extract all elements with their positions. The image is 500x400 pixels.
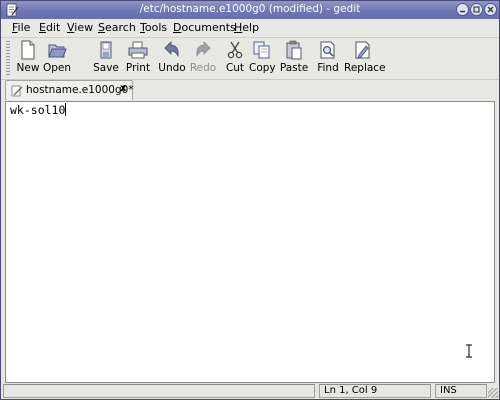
window-title: /etc/hostname.e1000g0 (modified) - gedit: [139, 3, 361, 15]
ibeam-cursor-icon: [466, 344, 472, 358]
cursor-position: Ln 1, Col 9: [319, 384, 431, 398]
redo-label: Redo: [189, 62, 217, 74]
cut-button[interactable]: Cut: [223, 40, 247, 76]
modified-document-icon: [11, 85, 23, 97]
redo-icon: [196, 41, 211, 58]
paste-label: Paste: [279, 62, 309, 74]
new-label: New: [16, 62, 40, 74]
document-tab[interactable]: hostname.e1000g0* x: [5, 80, 134, 100]
copy-button[interactable]: Copy: [249, 40, 276, 76]
menu-help[interactable]: Help: [234, 21, 259, 34]
menu-documents[interactable]: Documents: [173, 21, 236, 34]
close-icon: [487, 6, 494, 13]
menu-bar: File Edit View Search Tools Documents He…: [1, 19, 499, 38]
save-button[interactable]: Save: [93, 40, 119, 76]
replace-icon: [355, 41, 370, 59]
text-editor-area[interactable]: wk-sol10: [5, 101, 495, 383]
status-message: [3, 384, 315, 398]
tab-close-icon[interactable]: x: [120, 83, 126, 94]
save-icon: [100, 41, 112, 59]
editor-content: wk-sol10: [10, 103, 67, 117]
copy-icon: [253, 41, 270, 59]
cut-label: Cut: [225, 62, 245, 74]
replace-button[interactable]: Replace: [344, 40, 386, 76]
copy-label: Copy: [249, 62, 276, 74]
open-label: Open: [43, 62, 72, 74]
redo-button[interactable]: Redo: [189, 40, 217, 76]
status-bar: Ln 1, Col 9 INS: [1, 383, 499, 399]
editor-line-1: wk-sol10: [10, 103, 66, 117]
document-tab-bar: hostname.e1000g0* x: [1, 80, 499, 101]
toolbar-grip[interactable]: [6, 41, 10, 75]
menu-edit[interactable]: Edit: [39, 21, 60, 34]
menu-tools[interactable]: Tools: [140, 21, 167, 34]
title-bar[interactable]: /etc/hostname.e1000g0 (modified) - gedit: [1, 1, 499, 19]
gedit-window: /etc/hostname.e1000g0 (modified) - gedit…: [0, 0, 500, 400]
paste-button[interactable]: Paste: [279, 40, 309, 76]
close-window-button[interactable]: [484, 3, 497, 16]
document-tab-label: hostname.e1000g0*: [26, 84, 134, 96]
find-label: Find: [317, 62, 339, 74]
scissors-icon: [227, 41, 243, 59]
new-document-icon: [21, 40, 35, 60]
minimize-button[interactable]: [456, 3, 469, 16]
replace-label: Replace: [344, 62, 386, 74]
save-label: Save: [93, 62, 119, 74]
find-button[interactable]: Find: [316, 40, 340, 76]
open-button[interactable]: Open: [43, 40, 71, 76]
paste-clipboard-icon: [286, 40, 302, 60]
new-button[interactable]: New: [15, 40, 41, 76]
toolbar: New Open Save Print Undo Redo Cut Copy P…: [1, 38, 499, 93]
printer-icon: [128, 41, 148, 59]
maximize-button[interactable]: [470, 3, 483, 16]
text-caret: [65, 103, 67, 116]
insert-mode: INS: [435, 384, 487, 398]
print-button[interactable]: Print: [124, 40, 152, 76]
open-folder-icon: [48, 44, 67, 58]
menu-search[interactable]: Search: [98, 21, 136, 34]
print-label: Print: [125, 62, 151, 74]
undo-icon: [164, 41, 179, 58]
undo-button[interactable]: Undo: [158, 40, 186, 76]
maximize-icon: [473, 6, 480, 13]
menu-file[interactable]: File: [12, 21, 30, 34]
undo-label: Undo: [158, 62, 186, 74]
find-icon: [320, 41, 335, 59]
minimize-icon: [460, 10, 465, 13]
menu-view[interactable]: View: [67, 21, 93, 34]
window-resize-grip[interactable]: [488, 388, 498, 398]
